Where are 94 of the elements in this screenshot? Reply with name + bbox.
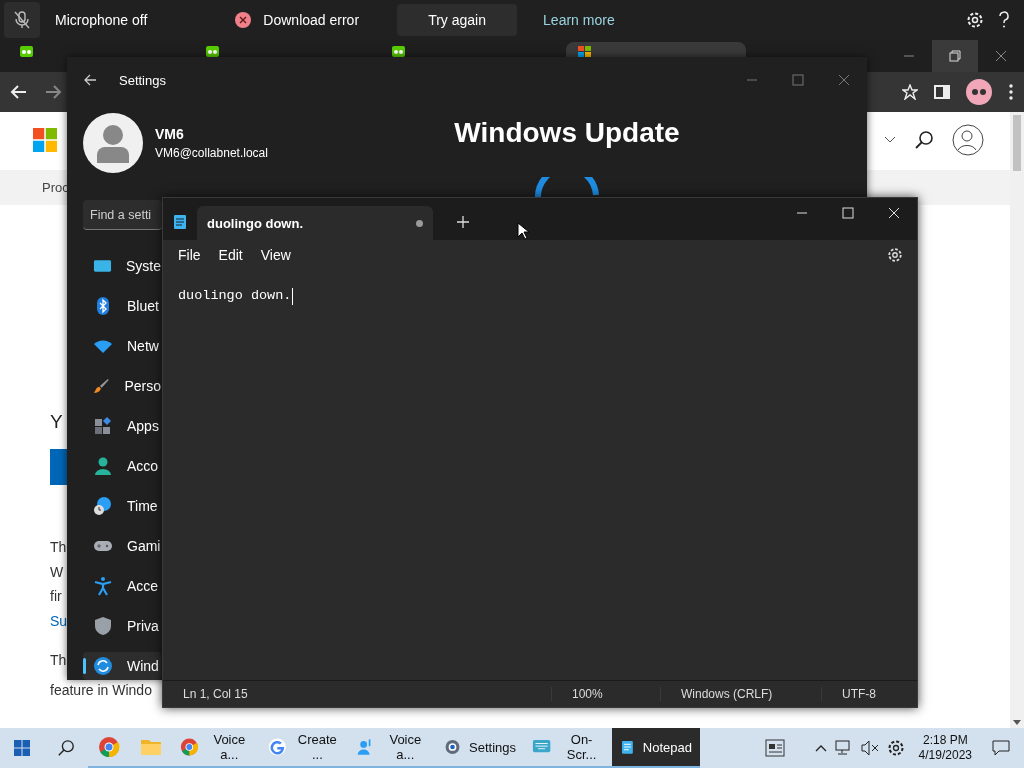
scrollbar[interactable] — [1010, 112, 1024, 728]
chrome-icon — [180, 736, 199, 758]
status-text: Windows (CRLF) — [681, 687, 773, 701]
search-icon — [57, 739, 75, 757]
speaker-muted-icon[interactable] — [860, 740, 879, 756]
windows-logo-icon — [578, 46, 591, 57]
network-icon[interactable] — [834, 740, 853, 756]
paragraph-text: W — [50, 562, 64, 581]
chevron-down-icon[interactable] — [884, 136, 896, 144]
paragraph-text: fir — [50, 587, 62, 605]
menu-item[interactable]: View — [251, 247, 300, 263]
globe-clock-icon — [93, 496, 113, 516]
back-icon[interactable] — [10, 83, 28, 101]
restore-icon — [949, 50, 961, 62]
more-icon[interactable] — [1008, 83, 1014, 101]
nav-item[interactable]: Gami — [83, 532, 161, 560]
taskbar-button[interactable]: Voice a... — [172, 728, 260, 768]
user-email: VM6@collabnet.local — [155, 146, 268, 160]
page-title: Windows Update — [454, 117, 680, 149]
owl-icon — [392, 46, 405, 57]
clock-time[interactable]: 2:18 PM — [922, 733, 968, 748]
apps-icon — [93, 416, 113, 436]
sidebar-icon[interactable] — [934, 84, 950, 100]
page-subheading: Y — [50, 411, 63, 433]
back-icon[interactable] — [83, 73, 97, 87]
status-text: UTF-8 — [842, 687, 876, 701]
nav-item[interactable]: Acce — [83, 572, 161, 600]
star-icon[interactable] — [902, 84, 918, 100]
shield-icon — [93, 616, 113, 636]
page-link[interactable]: Su — [50, 611, 68, 630]
news-icon[interactable] — [764, 739, 785, 757]
nav-item[interactable]: Priva — [83, 612, 161, 640]
taskbar-button[interactable]: Settings — [436, 728, 524, 768]
nav-item[interactable]: Netw — [83, 332, 161, 360]
nav-item[interactable]: Time — [83, 492, 161, 520]
settings-icon[interactable] — [886, 739, 905, 757]
brush-icon — [93, 376, 111, 396]
account-icon[interactable] — [952, 124, 984, 156]
try-again-button[interactable]: Try again — [397, 4, 518, 36]
browser-tab[interactable] — [566, 42, 746, 57]
status-text: Ln 1, Col 15 — [183, 687, 248, 701]
microphone-off-icon — [13, 11, 31, 29]
chevron-up-icon[interactable] — [814, 744, 827, 752]
menu-item[interactable]: Edit — [209, 247, 252, 263]
help-icon[interactable] — [998, 11, 1010, 29]
nav-item[interactable]: Perso — [83, 372, 161, 400]
mouse-cursor-icon — [517, 222, 529, 240]
settings-icon[interactable] — [966, 11, 984, 29]
microsoft-logo-icon — [33, 128, 57, 152]
error-icon — [235, 12, 252, 28]
document-tab[interactable]: duolingo down. — [197, 206, 433, 240]
nav-item[interactable]: Wind — [83, 652, 161, 680]
nav-item[interactable]: Acco — [83, 452, 161, 480]
windows-logo-icon — [14, 740, 30, 756]
nav-link[interactable]: Proc — [42, 180, 69, 195]
sync-icon — [93, 656, 113, 676]
owl-icon — [206, 46, 219, 57]
error-text: Download error — [263, 12, 360, 28]
window-title: Settings — [119, 72, 166, 88]
paragraph-text: Th — [50, 538, 67, 556]
notification-icon[interactable] — [992, 740, 1010, 756]
notepad-icon — [173, 214, 187, 230]
menu-item[interactable]: File — [169, 247, 210, 263]
taskbar-button[interactable]: Voice a... — [348, 728, 436, 768]
taskbar-button[interactable]: Create ... — [260, 728, 348, 768]
restore-button[interactable] — [932, 40, 978, 72]
plus-icon — [457, 216, 469, 228]
status-text: 100% — [572, 687, 603, 701]
paragraph-text: feature in Windo — [50, 680, 152, 699]
settings-icon[interactable] — [887, 247, 903, 263]
nav-item[interactable]: Syste — [83, 252, 161, 280]
avatar-icon — [83, 113, 143, 173]
search-field[interactable]: Find a setti — [83, 200, 162, 230]
google-icon — [268, 736, 287, 758]
clock-date[interactable]: 4/19/2023 — [918, 748, 972, 763]
user-name: VM6 — [155, 126, 185, 142]
sync-icon — [534, 177, 600, 197]
scroll-down-icon[interactable] — [1013, 720, 1021, 726]
status-text: Microphone off — [55, 12, 148, 28]
microphone-off-button[interactable] — [4, 2, 40, 38]
scrollbar-thumb[interactable] — [1013, 115, 1021, 171]
person-icon — [93, 456, 113, 476]
nav-item[interactable]: Bluet — [83, 292, 161, 320]
text-editor[interactable]: duolingo down. — [163, 270, 917, 680]
profile-avatar[interactable] — [966, 79, 992, 105]
learn-more-link[interactable]: Learn more — [543, 12, 615, 28]
paragraph-text: Th — [50, 650, 67, 669]
forward-icon[interactable] — [44, 83, 62, 101]
chrome-icon — [98, 736, 120, 758]
owl-icon — [20, 46, 33, 57]
taskbar-button[interactable]: Notepad — [612, 728, 700, 768]
search-icon[interactable] — [914, 130, 934, 150]
nav-item[interactable]: Apps — [83, 412, 161, 440]
accessibility-icon — [93, 576, 113, 596]
